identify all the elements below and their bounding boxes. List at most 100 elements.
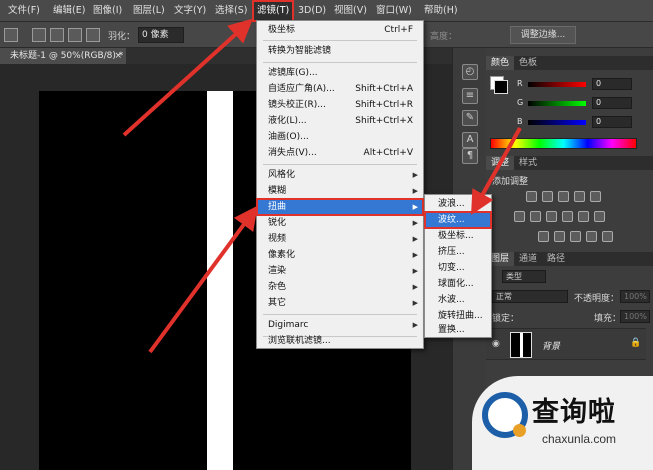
brush-icon[interactable]: ✎ — [462, 110, 478, 126]
photo-filter-icon[interactable] — [562, 211, 573, 222]
menu-item-digimarc[interactable]: Digimarc ▶ — [257, 317, 423, 333]
lock-label: 锁定： — [492, 314, 520, 324]
menu-item-render[interactable]: 渲染 ▶ — [257, 263, 423, 279]
menu-item-pixelate[interactable]: 像素化 ▶ — [257, 247, 423, 263]
intersect-selection-icon[interactable] — [86, 28, 100, 42]
tab-styles[interactable]: 样式 — [514, 156, 542, 170]
menu-item-convert-smart-filter[interactable]: 转换为智能滤镜 — [257, 43, 423, 59]
menu-item-video[interactable]: 视频 ▶ — [257, 231, 423, 247]
menu-item-other[interactable]: 其它 ▶ — [257, 295, 423, 311]
submenu-arrow-icon: ▶ — [412, 299, 418, 307]
menu-item-vanishing-point[interactable]: 消失点(V)... Alt+Ctrl+V — [257, 145, 423, 161]
menu-item-polar-coordinates[interactable]: 极坐标 Ctrl+F — [257, 22, 423, 38]
vibrance-icon[interactable] — [590, 191, 601, 202]
menu-window[interactable]: 窗口(W) — [376, 4, 412, 18]
submenu-item-shear[interactable]: 切变... — [425, 260, 491, 276]
document-tab[interactable]: 未标题-1 @ 50%(RGB/8) * × — [0, 48, 126, 64]
menu-item-noise[interactable]: 杂色 ▶ — [257, 279, 423, 295]
layer-kind-filter[interactable]: 类型 — [502, 270, 546, 283]
exposure-icon[interactable] — [574, 191, 585, 202]
history-icon[interactable]: ◴ — [462, 64, 478, 80]
slider-g[interactable] — [528, 101, 586, 106]
blend-mode-select[interactable]: 正常 — [492, 290, 568, 303]
filter-menu: 极坐标 Ctrl+F 转换为智能滤镜 滤镜库(G)... 自适应广角(A)...… — [256, 20, 424, 349]
color-lookup-icon[interactable] — [594, 211, 605, 222]
menu-edit[interactable]: 编辑(E) — [53, 4, 85, 18]
curves-icon[interactable] — [558, 191, 569, 202]
submenu-arrow-icon: ▶ — [412, 187, 418, 195]
menu-item-filter-gallery[interactable]: 滤镜库(G)... — [257, 65, 423, 81]
tab-paths[interactable]: 路径 — [542, 252, 570, 266]
slider-g-value[interactable]: 0 — [592, 97, 632, 109]
menu-item-lens-correction[interactable]: 镜头校正(R)... Shift+Ctrl+R — [257, 97, 423, 113]
feather-input[interactable]: 0 像素 — [138, 27, 184, 43]
submenu-item-zigzag[interactable]: 水波... — [425, 292, 491, 308]
submenu-item-spherize[interactable]: 球面化... — [425, 276, 491, 292]
menu-separator — [263, 40, 417, 41]
submenu-item-displace[interactable]: 置换... — [425, 322, 491, 338]
menu-3d[interactable]: 3D(D) — [298, 4, 326, 18]
color-balance-icon[interactable] — [530, 211, 541, 222]
hue-icon[interactable] — [514, 211, 525, 222]
layer-name[interactable]: 背景 — [542, 339, 560, 352]
submenu-item-polar-coordinates[interactable]: 极坐标... — [425, 228, 491, 244]
fill-input[interactable]: 100% — [620, 310, 650, 323]
marquee-tool-icon[interactable] — [4, 28, 18, 42]
menu-item-sharpen[interactable]: 锐化 ▶ — [257, 215, 423, 231]
invert-icon[interactable] — [538, 231, 549, 242]
menu-item-adaptive-wide-angle[interactable]: 自适应广角(A)... Shift+Ctrl+A — [257, 81, 423, 97]
menu-item-blur[interactable]: 模糊 ▶ — [257, 183, 423, 199]
menu-item-liquify[interactable]: 液化(L)... Shift+Ctrl+X — [257, 113, 423, 129]
menu-filter[interactable]: 滤镜(T) — [251, 0, 295, 22]
submenu-arrow-icon: ▶ — [412, 283, 418, 291]
tab-adjustments[interactable]: 调整 — [486, 156, 515, 170]
add-selection-icon[interactable] — [50, 28, 64, 42]
refine-edge-button[interactable]: 调整边缘... — [510, 26, 576, 44]
black-white-icon[interactable] — [546, 211, 557, 222]
watermark: 查询啦 chaxunla.com — [472, 376, 653, 470]
color-spectrum[interactable] — [490, 138, 637, 149]
selective-color-icon[interactable] — [602, 231, 613, 242]
properties-icon[interactable]: ≡ — [462, 88, 478, 104]
subtract-selection-icon[interactable] — [68, 28, 82, 42]
layer-row[interactable]: ◉ 背景 🔒 — [486, 328, 646, 360]
opacity-input[interactable]: 100% — [620, 290, 650, 303]
brightness-icon[interactable] — [526, 191, 537, 202]
menu-item-browse-filters-online[interactable]: 浏览联机滤镜... — [257, 333, 423, 348]
menu-item-distort[interactable]: 扭曲 ▶ — [256, 198, 424, 216]
submenu-item-pinch[interactable]: 挤压... — [425, 244, 491, 260]
channel-mixer-icon[interactable] — [578, 211, 589, 222]
gradient-map-icon[interactable] — [586, 231, 597, 242]
menu-help[interactable]: 帮助(H) — [424, 4, 458, 18]
menu-type[interactable]: 文字(Y) — [174, 4, 206, 18]
close-icon[interactable]: × — [114, 48, 122, 64]
submenu-arrow-icon: ▶ — [412, 203, 418, 211]
visibility-eye-icon[interactable]: ◉ — [492, 339, 500, 349]
submenu-item-ripple[interactable]: 波纹... — [424, 211, 492, 229]
menu-file[interactable]: 文件(F) — [8, 4, 40, 18]
menu-item-oil-paint[interactable]: 油画(O)... — [257, 129, 423, 145]
menu-image[interactable]: 图像(I) — [93, 4, 122, 18]
slider-r-value[interactable]: 0 — [592, 78, 632, 90]
menu-select[interactable]: 选择(S) — [215, 4, 247, 18]
slider-b-value[interactable]: 0 — [592, 116, 632, 128]
slider-r[interactable] — [528, 82, 586, 87]
menu-item-stylize[interactable]: 风格化 ▶ — [257, 167, 423, 183]
new-selection-icon[interactable] — [32, 28, 46, 42]
tab-swatches[interactable]: 色板 — [514, 56, 542, 70]
posterize-icon[interactable] — [554, 231, 565, 242]
foreground-color-swatch[interactable] — [494, 80, 508, 94]
tab-channels[interactable]: 通道 — [514, 252, 542, 266]
menu-view[interactable]: 视图(V) — [334, 4, 367, 18]
paragraph-icon[interactable]: ¶ — [462, 148, 478, 164]
submenu-item-wave[interactable]: 波浪... — [425, 196, 491, 212]
threshold-icon[interactable] — [570, 231, 581, 242]
slider-b[interactable] — [528, 120, 586, 125]
tab-color[interactable]: 颜色 — [486, 56, 515, 70]
levels-icon[interactable] — [542, 191, 553, 202]
height-label: 高度： — [430, 32, 458, 42]
menu-layer[interactable]: 图层(L) — [133, 4, 165, 18]
distort-submenu: 波浪... 波纹... 极坐标... 挤压... 切变... 球面化... 水波… — [424, 194, 492, 338]
character-icon[interactable]: A — [462, 132, 478, 148]
lock-icon: 🔒 — [630, 338, 642, 348]
